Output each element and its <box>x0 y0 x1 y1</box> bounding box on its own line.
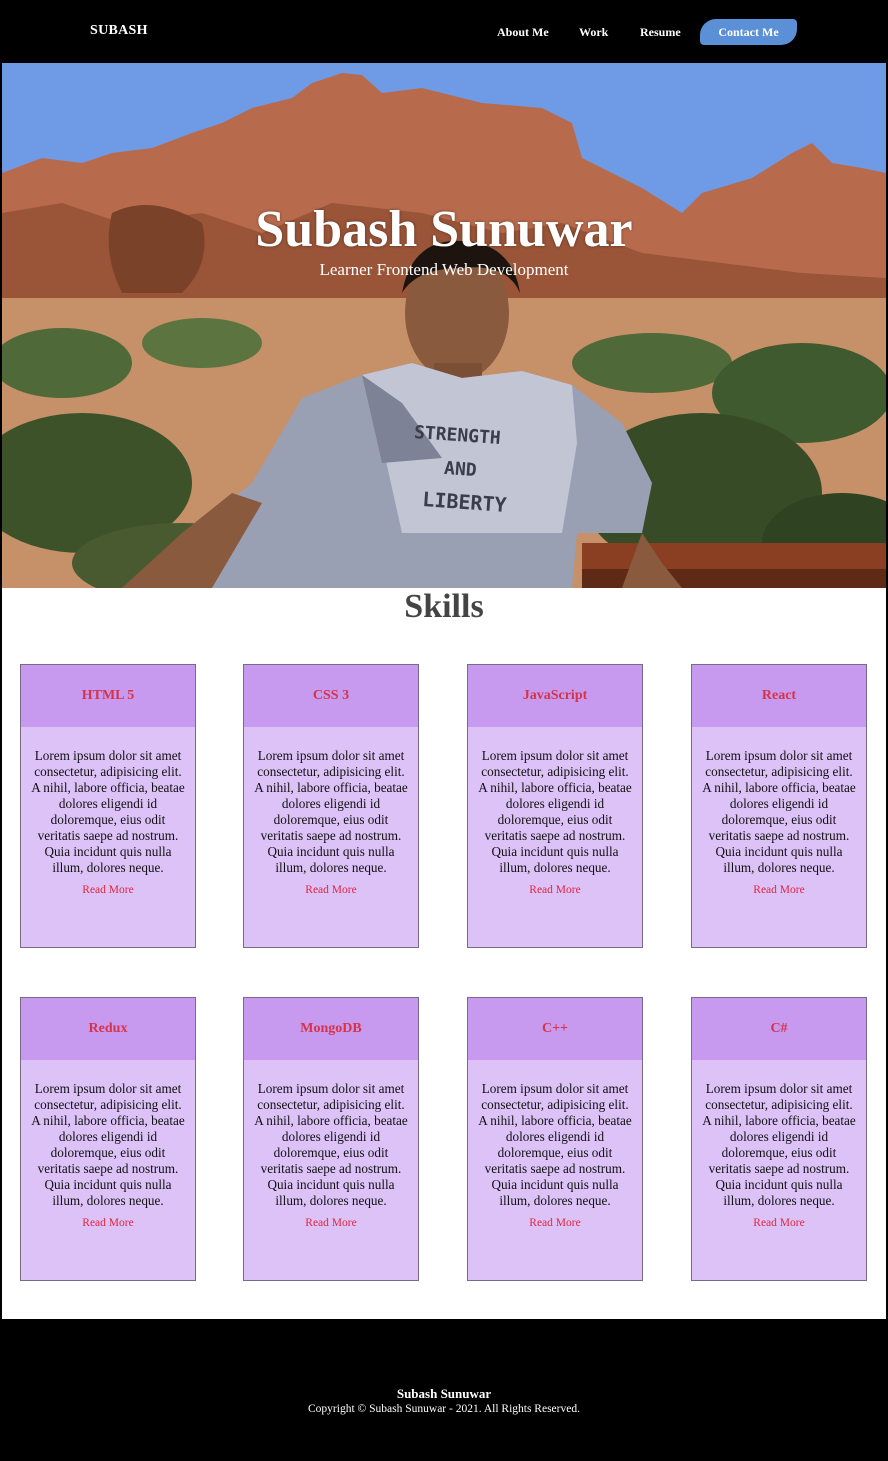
skill-card-title: C# <box>692 998 866 1060</box>
hero-banner: STRENGTH AND LIBERTY Subash Sunuwar Lear… <box>2 63 886 588</box>
skill-card-title: HTML 5 <box>21 665 195 727</box>
navbar: SUBASH About Me Work Resume Contact Me <box>0 0 888 63</box>
skill-card-title: Redux <box>21 998 195 1060</box>
skill-card-javascript: JavaScript Lorem ipsum dolor sit amet co… <box>467 664 643 948</box>
brand-logo[interactable]: SUBASH <box>90 23 148 39</box>
skill-card-text: Lorem ipsum dolor sit amet consectetur, … <box>478 748 632 875</box>
hero-title: Subash Sunuwar <box>255 201 633 258</box>
skill-card-text: Lorem ipsum dolor sit amet consectetur, … <box>31 748 185 875</box>
shirt-text-line-2: AND <box>443 458 477 481</box>
read-more-link[interactable]: Read More <box>244 884 418 896</box>
read-more-link[interactable]: Read More <box>468 884 642 896</box>
skill-card-title: MongoDB <box>244 998 418 1060</box>
skill-card-text: Lorem ipsum dolor sit amet consectetur, … <box>702 748 856 875</box>
skill-card-csharp: C# Lorem ipsum dolor sit amet consectetu… <box>691 997 867 1281</box>
skill-card-html5: HTML 5 Lorem ipsum dolor sit amet consec… <box>20 664 196 948</box>
skill-card-cpp: C++ Lorem ipsum dolor sit amet consectet… <box>467 997 643 1281</box>
nav-link-work[interactable]: Work <box>579 25 608 40</box>
footer: Subash Sunuwar Copyright © Subash Sunuwa… <box>0 1319 888 1461</box>
read-more-link[interactable]: Read More <box>468 1217 642 1229</box>
read-more-link[interactable]: Read More <box>21 884 195 896</box>
skill-card-redux: Redux Lorem ipsum dolor sit amet consect… <box>20 997 196 1281</box>
skill-card-title: JavaScript <box>468 665 642 727</box>
nav-link-about-me[interactable]: About Me <box>497 25 549 40</box>
skill-card-mongodb: MongoDB Lorem ipsum dolor sit amet conse… <box>243 997 419 1281</box>
skill-card-title: CSS 3 <box>244 665 418 727</box>
skill-card-text: Lorem ipsum dolor sit amet consectetur, … <box>702 1081 856 1208</box>
skill-card-css3: CSS 3 Lorem ipsum dolor sit amet consect… <box>243 664 419 948</box>
skill-card-text: Lorem ipsum dolor sit amet consectetur, … <box>31 1081 185 1208</box>
skill-card-text: Lorem ipsum dolor sit amet consectetur, … <box>254 1081 408 1208</box>
read-more-link[interactable]: Read More <box>692 884 866 896</box>
footer-name: Subash Sunuwar <box>396 1386 492 1401</box>
nav-link-resume[interactable]: Resume <box>640 25 681 40</box>
hero-photo: STRENGTH AND LIBERTY <box>2 63 886 588</box>
read-more-link[interactable]: Read More <box>244 1217 418 1229</box>
skill-card-text: Lorem ipsum dolor sit amet consectetur, … <box>254 748 408 875</box>
read-more-link[interactable]: Read More <box>692 1217 866 1229</box>
skill-card-react: React Lorem ipsum dolor sit amet consect… <box>691 664 867 948</box>
hero-subtitle: Learner Frontend Web Development <box>319 260 569 279</box>
read-more-link[interactable]: Read More <box>21 1217 195 1229</box>
skill-card-title: React <box>692 665 866 727</box>
skill-card-text: Lorem ipsum dolor sit amet consectetur, … <box>478 1081 632 1208</box>
contact-me-button[interactable]: Contact Me <box>700 19 797 45</box>
skills-heading: Skills <box>404 588 484 625</box>
footer-copyright: Copyright © Subash Sunuwar - 2021. All R… <box>308 1403 580 1415</box>
skill-card-title: C++ <box>468 998 642 1060</box>
